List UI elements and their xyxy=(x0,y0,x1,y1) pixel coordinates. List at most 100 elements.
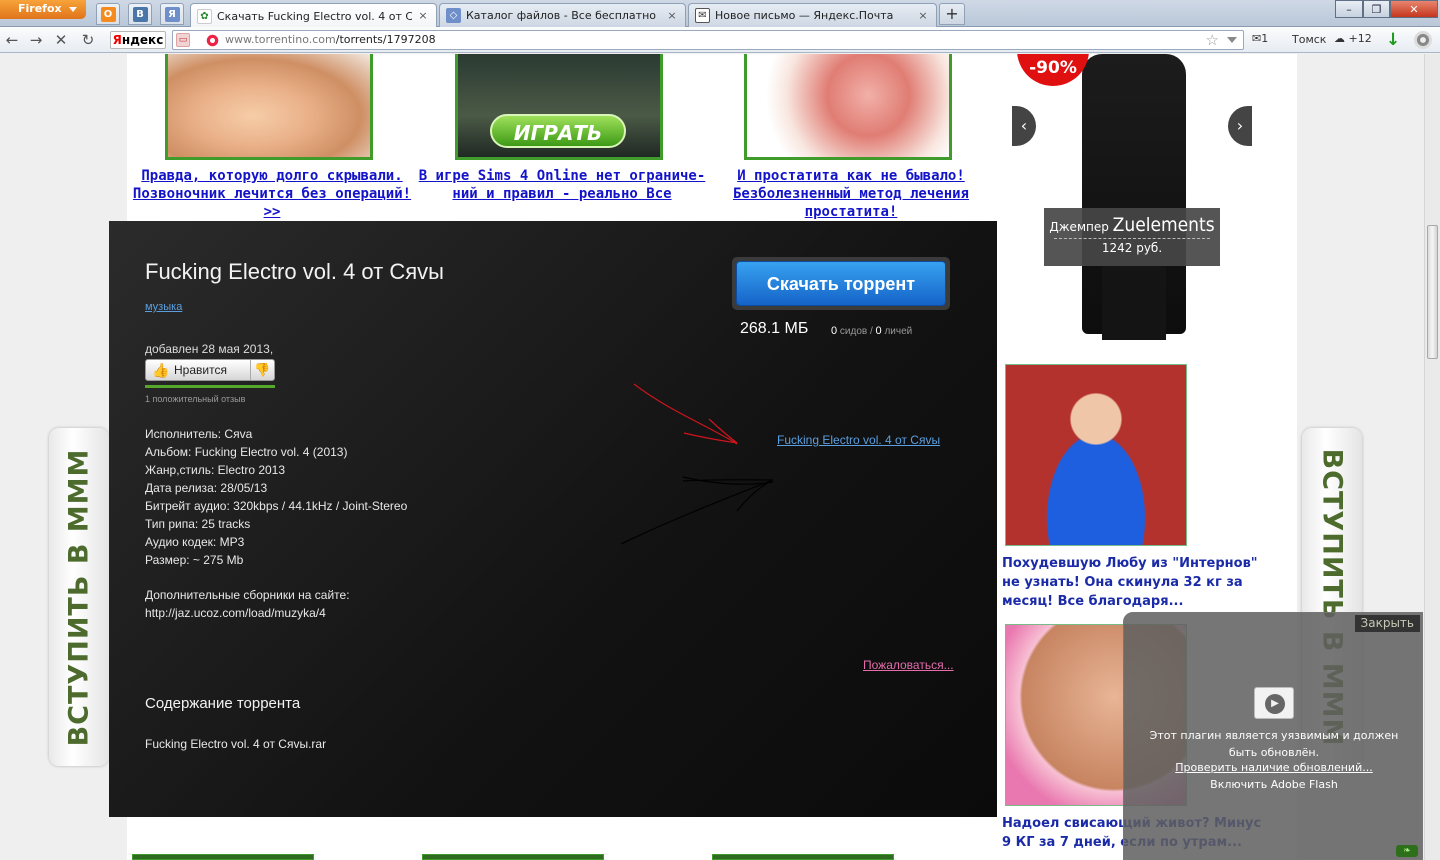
thumbs-down-icon[interactable]: 👎 xyxy=(250,360,274,380)
slider-next-button[interactable]: › xyxy=(1228,106,1252,146)
app-tab-odnoklassniki[interactable]: О xyxy=(96,3,120,25)
reload-button[interactable]: ↻ xyxy=(78,31,98,49)
tab-yandex-mail[interactable]: ✉ Новое письмо — Яндекс.Почта × xyxy=(688,3,937,27)
report-link[interactable]: Пожаловаться... xyxy=(863,658,954,672)
settings-icon[interactable] xyxy=(1414,31,1432,49)
mail-counter[interactable]: ✉1 xyxy=(1252,32,1268,45)
product-label[interactable]: Джемпер Zuelements 1242 руб. xyxy=(1044,208,1220,266)
flash-plugin-notice: Закрыть ▶ Этот плагин является уязвимым … xyxy=(1123,612,1423,860)
site-favicon-icon xyxy=(206,34,219,47)
bottom-thumbnail[interactable] xyxy=(132,854,314,860)
download-icon[interactable]: ↓ xyxy=(1386,30,1400,50)
yandex-search-logo[interactable]: Яндекс xyxy=(110,31,166,49)
thumbs-up-icon: 👍 xyxy=(152,362,170,378)
like-button[interactable]: 👍 Нравится 👎 xyxy=(145,359,275,381)
tab-torrentino[interactable]: ✿ Скачать Fucking Electro vol. 4 от Сяv.… xyxy=(190,3,437,28)
promo-block-sims: ИГРАТЬ В игре Sims 4 Online нет ограниче… xyxy=(416,54,708,224)
promo-image[interactable] xyxy=(165,54,373,160)
bookmark-star-icon[interactable]: ☆ xyxy=(1206,31,1219,49)
play-icon: ▶ xyxy=(1265,694,1285,714)
promo-image[interactable]: ИГРАТЬ xyxy=(455,54,663,160)
minimize-button[interactable]: – xyxy=(1335,0,1363,18)
back-button[interactable]: ← xyxy=(2,31,22,49)
ad-photo-singer[interactable] xyxy=(1005,364,1187,546)
close-flash-button[interactable]: Закрыть xyxy=(1354,615,1420,632)
vertical-scrollbar[interactable] xyxy=(1424,54,1440,860)
url-path: /torrents/1797208 xyxy=(335,33,436,46)
promo-link[interactable]: И простатита как не бывало! Безболезненн… xyxy=(705,167,997,221)
rating-bar xyxy=(145,385,275,388)
product-brand: Zuelements xyxy=(1112,214,1215,236)
added-date: добавлен 28 мая 2013, xyxy=(145,342,274,356)
slider-prev-button[interactable]: ‹ xyxy=(1012,106,1036,146)
close-icon[interactable]: × xyxy=(416,9,430,23)
bottom-thumbnail[interactable] xyxy=(712,854,894,860)
contents-heading: Содержание торрента xyxy=(145,695,301,712)
ad-link-weight-loss[interactable]: Похудевшую Любу из "Интернов" не узнать!… xyxy=(1002,554,1272,611)
torrent-card: Fucking Electro vol. 4 от Сяvы музыка Ск… xyxy=(109,221,997,817)
extra-info: Дополнительные сборники на сайте: http:/… xyxy=(145,586,350,622)
bottom-thumbnail[interactable] xyxy=(422,854,604,860)
firefox-menu-label: Firefox xyxy=(18,2,62,15)
sale-badge: -90% xyxy=(1017,54,1089,86)
promo-link[interactable]: Правда, которую долго скрывали. Позвоноч… xyxy=(126,167,418,221)
url-bar[interactable]: ▭ www.torrentino.com/torrents/1797208 ☆ xyxy=(172,30,1244,50)
page-viewport: Правда, которую долго скрывали. Позвоноч… xyxy=(0,54,1424,860)
close-icon[interactable]: × xyxy=(916,9,930,23)
side-banner-text-wrap: ВСТУПИТЬ В МММ xyxy=(49,428,109,766)
tab-title: Скачать Fucking Electro vol. 4 от Сяv... xyxy=(217,9,412,23)
mail-icon: ✉ xyxy=(695,8,710,23)
jacket-ad-slider[interactable]: -90% ‹ › Джемпер Zuelements 1242 руб. xyxy=(1012,54,1252,346)
enable-flash-link[interactable]: Включить Adobe Flash xyxy=(1124,778,1424,791)
download-torrent-button[interactable]: Скачать торрент xyxy=(736,261,946,306)
close-icon[interactable]: × xyxy=(665,9,679,23)
weather-widget[interactable]: ☁ +12 xyxy=(1334,32,1372,45)
scrollbar-thumb[interactable] xyxy=(1427,225,1438,359)
side-banner-left[interactable]: ВСТУПИТЬ В МММ xyxy=(49,428,109,766)
torrentino-favicon-icon: ✿ xyxy=(197,8,212,24)
stop-button[interactable]: ✕ xyxy=(51,31,71,49)
maximize-button[interactable]: ❐ xyxy=(1363,0,1390,18)
odnoklassniki-icon: О xyxy=(100,6,116,22)
category-link[interactable]: музыка xyxy=(145,301,182,313)
promo-block-spine: Правда, которую долго скрывали. Позвоноч… xyxy=(126,54,418,224)
new-tab-button[interactable]: + xyxy=(939,3,965,25)
extra-line: http://jaz.ucoz.com/load/muzyka/4 xyxy=(145,606,326,620)
chevron-down-icon xyxy=(69,7,77,12)
leechers-label: личей xyxy=(881,326,913,337)
promo-image[interactable] xyxy=(744,54,952,160)
vkontakte-icon: В xyxy=(132,6,148,22)
site-identity-icon[interactable]: ▭ xyxy=(176,33,190,47)
app-tab-vkontakte[interactable]: В xyxy=(128,3,152,25)
product-price: 1242 руб. xyxy=(1101,241,1163,255)
tab-bar: Firefox О В Я ✿ Скачать Fucking Electro … xyxy=(0,0,1440,28)
yandex-logo-rest: ндекс xyxy=(121,33,164,47)
close-window-button[interactable]: ✕ xyxy=(1390,0,1438,18)
app-tab-yandex[interactable]: Я xyxy=(160,3,184,25)
check-updates-link[interactable]: Проверить наличие обновлений... xyxy=(1124,761,1424,774)
anatomy-illustration xyxy=(747,54,949,157)
play-button[interactable]: ИГРАТЬ xyxy=(490,114,626,148)
city-label[interactable]: Томск xyxy=(1292,33,1326,46)
info-line: Тип рипа: 25 tracks xyxy=(145,517,251,531)
torrent-file-link[interactable]: Fucking Electro vol. 4 от Сяvы xyxy=(777,433,940,447)
navigation-toolbar: ← → ✕ ↻ Яндекс ▭ www.torrentino.com/torr… xyxy=(0,27,1440,53)
info-line: Исполнитель: Сяva xyxy=(145,427,253,441)
firefox-menu-button[interactable]: Firefox xyxy=(0,0,86,19)
torrent-info: Исполнитель: Сяva Альбом: Fucking Electr… xyxy=(145,425,407,569)
promo-link[interactable]: В игре Sims 4 Online нет ограниче-ний и … xyxy=(416,167,708,203)
url-history-dropdown-icon[interactable] xyxy=(1227,37,1237,43)
promo-block-health: И простатита как не бывало! Безболезненн… xyxy=(705,54,997,224)
info-line: Альбом: Fucking Electro vol. 4 (2013) xyxy=(145,445,348,459)
sims-game-screenshot: ИГРАТЬ xyxy=(458,54,660,157)
forward-button[interactable]: → xyxy=(26,31,46,49)
plugin-icon[interactable]: ▶ xyxy=(1254,687,1294,719)
reviews-count: 1 положительный отзыв xyxy=(145,394,246,404)
url-text[interactable]: www.torrentino.com/torrents/1797208 xyxy=(225,33,436,46)
tab-title: Новое письмо — Яндекс.Почта xyxy=(715,9,894,22)
yandex-icon: ◇ xyxy=(446,8,461,23)
plugin-warning-text: Этот плагин является уязвимым и должен б… xyxy=(1149,729,1399,759)
peers-info: 0 сидов / 0 личей xyxy=(831,325,912,337)
torrent-size: 268.1 МБ xyxy=(740,320,809,337)
tab-file-catalog[interactable]: ◇ Каталог файлов - Все бесплатно × xyxy=(439,3,686,27)
